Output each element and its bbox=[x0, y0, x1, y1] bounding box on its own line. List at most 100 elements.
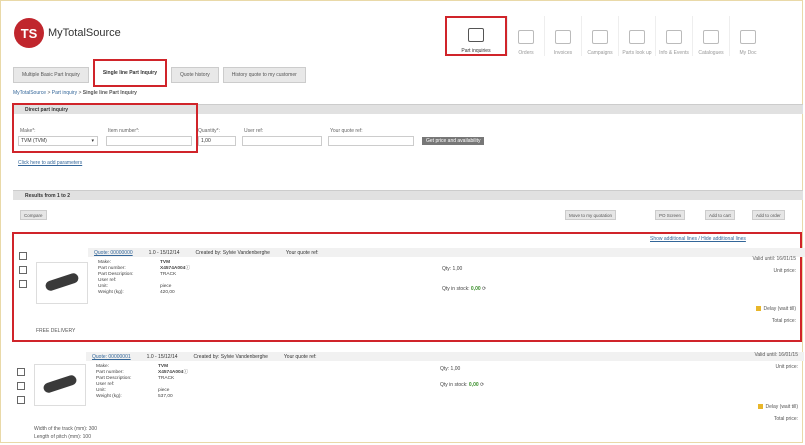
quantity-input[interactable]: 1,00 bbox=[198, 136, 236, 146]
warning-icon bbox=[758, 404, 764, 410]
get-price-button[interactable]: Get price and availability bbox=[422, 137, 485, 145]
valid-until: Valid until: 16/01/15 bbox=[752, 256, 796, 262]
result-item: Quote: 00000001 1.0 - 15/12/14 Created b… bbox=[12, 350, 804, 440]
footnote: FREE DELIVERY bbox=[36, 328, 76, 334]
logo-text: MyTotalSource bbox=[48, 27, 121, 39]
quote-line: 1.0 - 15/12/14 bbox=[146, 353, 178, 360]
nav-item-2[interactable]: Invoices bbox=[544, 16, 581, 56]
user-ref-label: User ref: bbox=[244, 128, 264, 134]
edit-icon[interactable] bbox=[17, 382, 25, 390]
copy-icon[interactable] bbox=[17, 396, 25, 404]
unit-price: Unit price: bbox=[775, 364, 798, 370]
nav-label: Part inquiries bbox=[461, 48, 491, 54]
chevron-down-icon: ▾ bbox=[91, 138, 94, 144]
campaign-icon bbox=[592, 30, 608, 44]
compare-button[interactable]: Compare bbox=[20, 210, 47, 220]
add-parameters-link[interactable]: Click here to add parameters bbox=[18, 160, 82, 166]
delay-label: Delay (wait till) bbox=[765, 404, 798, 410]
chart-icon bbox=[666, 30, 682, 44]
nav-label: Catalogues bbox=[698, 50, 724, 56]
tab-3[interactable]: History quote to my customer bbox=[222, 67, 306, 83]
action-button-1[interactable]: PO Screen bbox=[655, 210, 686, 220]
tab-2[interactable]: Quote history bbox=[171, 67, 219, 83]
nav-item-7[interactable]: My Doc bbox=[729, 16, 766, 56]
stock-line: Qty in stock: 0,00 ⟳ bbox=[440, 382, 484, 388]
warning-icon bbox=[756, 306, 762, 312]
nav-label: My Doc bbox=[739, 50, 757, 56]
breadcrumb-current: Single line Part Inquiry bbox=[82, 90, 137, 96]
nav-item-5[interactable]: Info & Events bbox=[655, 16, 692, 56]
product-image bbox=[34, 364, 86, 406]
result-header: Quote: 00000001 1.0 - 15/12/14 Created b… bbox=[86, 352, 804, 361]
logo[interactable]: TS MyTotalSource bbox=[14, 18, 121, 48]
qty: Qty: 1,00 bbox=[442, 266, 463, 272]
checkbox[interactable] bbox=[17, 368, 25, 376]
your-ref: Your quote ref: bbox=[283, 353, 317, 360]
weight-key: Weight (kg): bbox=[98, 290, 124, 295]
orders-icon bbox=[518, 30, 534, 44]
quote-link[interactable]: Quote: 00000000 bbox=[94, 250, 133, 256]
nav-label: Info & Events bbox=[659, 50, 689, 56]
nav-item-0[interactable]: Part inquiries bbox=[445, 16, 507, 56]
breadcrumb-parent[interactable]: Part inquiry bbox=[52, 90, 77, 96]
tab-0[interactable]: Multiple Basic Part Inquiry bbox=[13, 67, 89, 83]
copy-icon[interactable] bbox=[19, 280, 27, 288]
total-price: Total price: bbox=[771, 318, 796, 324]
action-button-2[interactable]: Add to cart bbox=[705, 210, 735, 220]
nav-label: Invoices bbox=[553, 50, 573, 56]
nav-item-3[interactable]: Campaigns bbox=[581, 16, 618, 56]
qty: Qty: 1,00 bbox=[440, 366, 461, 372]
created-by: Created by: Sylvie Vandenberghe bbox=[193, 353, 268, 360]
info-icon[interactable]: ⓘ bbox=[183, 370, 188, 376]
nav-item-6[interactable]: Catalogues bbox=[692, 16, 729, 56]
action-button-0[interactable]: Move to my quotation bbox=[565, 210, 617, 220]
weight-key: Weight (kg): bbox=[96, 394, 122, 399]
user-ref-input[interactable] bbox=[242, 136, 322, 146]
search-icon bbox=[629, 30, 645, 44]
nav-item-1[interactable]: Orders bbox=[507, 16, 544, 56]
make-select[interactable]: TVM (TVM) ▾ bbox=[18, 136, 98, 146]
your-ref: Your quote ref: bbox=[285, 249, 319, 256]
envelope-icon bbox=[468, 28, 484, 42]
delay: Delay (wait till) bbox=[758, 404, 798, 410]
action-button-3[interactable]: Add to order bbox=[752, 210, 785, 220]
quantity-label: Quantity*: bbox=[198, 128, 220, 134]
row-tools bbox=[18, 252, 28, 288]
item-details: Make: TVM Part number: X4574A004 ⓘ Part De… bbox=[98, 260, 190, 296]
stock-label: Qty in stock: bbox=[442, 286, 470, 292]
item-details: Make: TVM Part number: X4574A004 ⓘ Part De… bbox=[96, 364, 188, 400]
nav-item-4[interactable]: Parts look up bbox=[618, 16, 655, 56]
stock-label: Qty in stock: bbox=[440, 382, 468, 388]
created-by: Created by: Sylvie Vandenberghe bbox=[195, 249, 270, 256]
tab-1[interactable]: Single line Part Inquiry bbox=[92, 59, 167, 87]
logo-badge: TS bbox=[14, 18, 44, 48]
product-image bbox=[36, 262, 88, 304]
description-value: TRACK bbox=[158, 376, 175, 381]
refresh-icon[interactable]: ⟳ bbox=[480, 382, 484, 388]
breadcrumb: MyTotalSource > Part inquiry > Single li… bbox=[13, 90, 137, 96]
footnote-2: Length of pitch (mm): 100 bbox=[34, 434, 91, 440]
info-icon[interactable]: ⓘ bbox=[185, 266, 190, 272]
your-ref-input[interactable] bbox=[328, 136, 414, 146]
track-icon bbox=[44, 271, 80, 293]
nav-label: Parts look up bbox=[622, 50, 652, 56]
doc-icon bbox=[740, 30, 756, 44]
header: TS MyTotalSource Part inquiries Orders Inv… bbox=[4, 8, 804, 64]
checkbox[interactable] bbox=[19, 252, 27, 260]
invoice-icon bbox=[555, 30, 571, 44]
quote-link[interactable]: Quote: 00000001 bbox=[92, 354, 131, 360]
nav-label: Campaigns bbox=[587, 50, 613, 56]
refresh-icon[interactable]: ⟳ bbox=[482, 286, 486, 292]
breadcrumb-home[interactable]: MyTotalSource bbox=[13, 90, 46, 96]
top-nav: Part inquiries Orders Invoices Campaigns Par… bbox=[445, 16, 766, 56]
description-value: TRACK bbox=[160, 272, 177, 277]
edit-icon[interactable] bbox=[19, 266, 27, 274]
delay-label: Delay (wait till) bbox=[763, 306, 796, 312]
item-number-input[interactable] bbox=[106, 136, 192, 146]
results-header[interactable]: Results from 1 to 2 bbox=[13, 190, 803, 200]
footnote: Width of the track (mm): 300 bbox=[34, 426, 98, 432]
unit-price: Unit price: bbox=[773, 268, 796, 274]
track-icon bbox=[42, 373, 78, 395]
result-item: Quote: 00000000 1.0 - 15/12/14 Created b… bbox=[12, 232, 805, 342]
stock-line: Qty in stock: 0,00 ⟳ bbox=[442, 286, 486, 292]
